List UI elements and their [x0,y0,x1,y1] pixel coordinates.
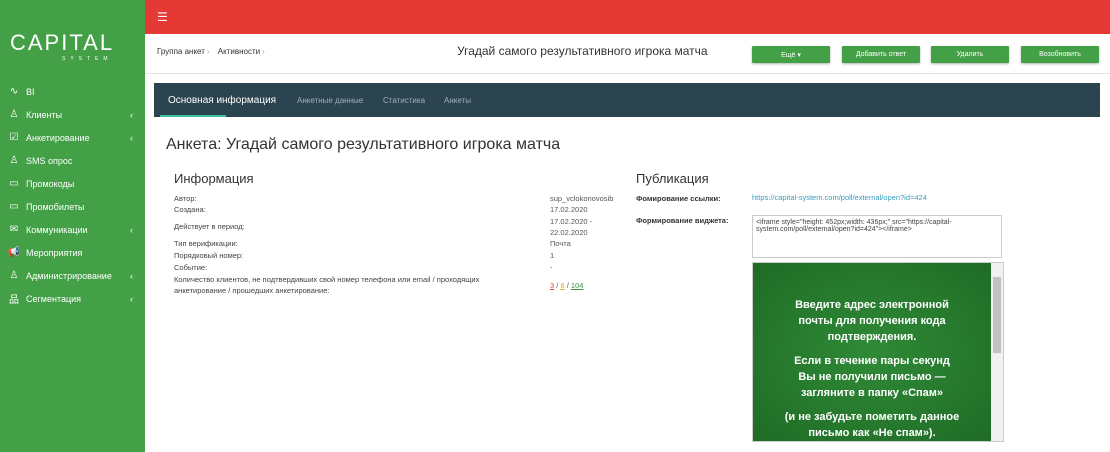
sidebar-nav: ∿ BI ♙ Клиенты ‹ ☑ Анкетирование ‹ ♙ SMS опрос ▭ Пр… [0,80,145,310]
count-label-cont: анкетирование / прошедших анкетирование: [174,286,330,295]
preview-text: (и не забудьте пометить данное письмо ка… [784,411,960,439]
menu-icon[interactable]: ☰ [157,10,168,24]
chart-line-icon: ∿ [9,86,19,97]
sidebar-item-label: SMS опрос [26,155,73,166]
widget-code-textarea[interactable]: <iframe style="height: 452px;width: 436p… [752,215,1002,258]
widget-preview: Введите адрес электронной почты для полу… [752,262,1004,442]
sidebar-item-label: Промокоды [26,178,75,189]
sidebar-item-label: Анкетирование [26,132,90,143]
count-done-link[interactable]: 104 [571,281,584,290]
chevron-left-icon: ‹ [130,132,133,143]
survey-title: Анкета: Угадай самого результативного иг… [166,136,561,153]
sidebar-item-label: Коммуникации [26,224,88,235]
order-label: Порядковый номер: [174,251,244,260]
sidebar-item[interactable]: 📢 Мероприятия [0,241,145,264]
sidebar-item-label: BI [26,86,35,97]
delete-button[interactable]: Удалить [931,46,1009,63]
megaphone-icon: 📢 [7,247,21,258]
active-tab-indicator [160,115,226,117]
preview-text: Если в течение пары секунд Вы не получил… [794,355,950,399]
chevron-left-icon: ‹ [130,270,133,281]
sidebar-item[interactable]: ♙ SMS опрос [0,149,145,172]
sidebar-item-label: Сегментация [26,293,82,304]
logo-subtext: SYSTEM [62,56,113,62]
poll-link[interactable]: https://capital-system.com/poll/external… [752,193,927,202]
period-from: 17.02.2020 - [550,217,593,226]
tabs: Основная информация Анкетные данные Стат… [154,83,1100,117]
page-title: Угадай самого результативного игрока мат… [457,44,708,58]
user-icon: ♙ [9,270,19,281]
sidebar-item-label: Мероприятия [26,247,83,258]
breadcrumb-item[interactable]: Активности [218,47,260,56]
mail-icon: ✉ [9,224,19,235]
coupon-icon: ▭ [9,178,19,189]
period-label: Действует в период: [174,222,245,231]
scrollbar-thumb[interactable] [993,277,1001,353]
sidebar-item[interactable]: ▭ Промокоды [0,172,145,195]
order-value: 1 [550,251,555,260]
sidebar: CAPITAL SYSTEM ∿ BI ♙ Клиенты ‹ ☑ Анкетировани… [0,0,145,452]
sidebar-item[interactable]: ☑ Анкетирование ‹ [0,126,145,149]
author-label: Автор: [174,194,197,203]
resume-button[interactable]: Возобновить [1021,46,1099,63]
event-value: - [550,263,553,272]
verification-value: Почта [550,239,571,248]
chevron-left-icon: ‹ [130,224,133,235]
tab-statistics[interactable]: Статистика [383,96,425,105]
user-icon: ♙ [9,155,19,166]
created-label: Создана: [174,205,206,214]
sidebar-item-label: Администрирование [26,270,112,281]
ticket-icon: ▭ [9,201,19,212]
count-values: 3 / 8 / 104 [550,280,583,291]
add-answer-button[interactable]: Добавить ответ [842,46,920,63]
event-label: Событие: [174,263,208,272]
top-bar: ☰ [145,0,1110,34]
survey-icon: ☑ [9,132,19,143]
more-button[interactable]: Ещё ▾ [752,46,830,63]
preview-scrollbar[interactable] [991,263,1003,441]
breadcrumb-item[interactable]: Группа анкет [157,47,205,56]
chevron-left-icon: ‹ [130,293,133,304]
verification-label: Тип верификации: [174,239,238,248]
hierarchy-icon: 品 [9,295,19,306]
info-heading: Информация [174,171,254,186]
link-label: Фомирование ссылки: [636,194,721,203]
user-icon: ♙ [9,109,19,120]
sidebar-item-label: Промобилеты [26,201,85,212]
publication-heading: Публикация [636,171,709,186]
widget-label: Формирование виджета: [636,216,729,225]
logo-text: CAPITAL [10,30,115,55]
tab-survey-data[interactable]: Анкетные данные [297,96,363,105]
author-value: sup_vclokonovosib [550,194,614,203]
period-to: 22.02.2020 [550,228,588,237]
page-header: Группа анкет › Активности › Угадай самого … [145,34,1110,74]
sidebar-item[interactable]: ♙ Администрирование ‹ [0,264,145,287]
created-value: 17.02.2020 [550,205,588,214]
count-label: Количество клиентов, не подтвердивших св… [174,275,480,284]
sidebar-item-label: Клиенты [26,109,63,120]
chevron-left-icon: ‹ [130,109,133,120]
breadcrumb: Группа анкет › Активности › [157,47,265,56]
sidebar-item[interactable]: ♙ Клиенты ‹ [0,103,145,126]
tab-main-info[interactable]: Основная информация [168,95,276,106]
sidebar-item[interactable]: ▭ Промобилеты [0,195,145,218]
preview-text: Введите адрес электронной почты для полу… [795,299,949,343]
sidebar-item[interactable]: ∿ BI [0,80,145,103]
capital-logo[interactable]: CAPITAL SYSTEM [10,30,120,70]
tab-surveys[interactable]: Анкеты [444,96,471,105]
sidebar-item[interactable]: ✉ Коммуникации ‹ [0,218,145,241]
sidebar-item[interactable]: 品 Сегментация ‹ [0,287,145,310]
